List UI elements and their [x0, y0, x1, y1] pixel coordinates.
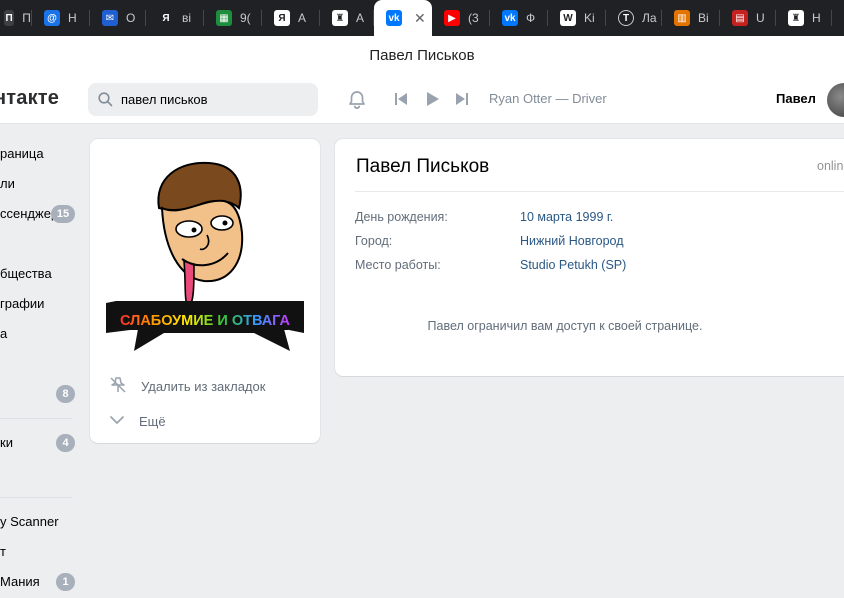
- remove-bookmark-button[interactable]: Удалить из закладок: [108, 375, 265, 398]
- browser-tab[interactable]: ▥ Ві: [662, 0, 720, 36]
- info-value-link[interactable]: Studio Petukh (SP): [520, 258, 626, 272]
- left-menu-divider: [0, 418, 72, 419]
- vk-icon: vk: [386, 10, 402, 26]
- window-title: Павел Письков: [0, 36, 844, 76]
- left-menu-item[interactable]: графии: [0, 296, 44, 311]
- left-menu-item[interactable]: раница: [0, 146, 44, 161]
- info-value-link[interactable]: 10 марта 1999 г.: [520, 210, 613, 224]
- mail-ru-icon: @: [44, 10, 60, 26]
- counter-badge: 4: [56, 434, 75, 452]
- counter-badge: 8: [56, 385, 75, 403]
- left-menu-item[interactable]: ссенджер: [0, 206, 58, 221]
- profile-name: Павел Письков: [356, 156, 490, 177]
- browser-tab[interactable]: ▦ 9(: [204, 0, 262, 36]
- left-menu-item[interactable]: ки: [0, 435, 13, 450]
- browser-tab[interactable]: @ Н: [32, 0, 90, 36]
- browser-tab[interactable]: T Ла: [606, 0, 662, 36]
- chess-icon: ♜: [788, 10, 804, 26]
- left-menu-item[interactable]: т: [0, 544, 6, 559]
- vk-logo[interactable]: нтакте: [0, 87, 59, 110]
- left-menu-item[interactable]: бщества: [0, 266, 52, 281]
- browser-tab-title: A: [298, 11, 307, 25]
- search-input[interactable]: [121, 83, 311, 116]
- browser-tab-title: ві: [182, 11, 192, 25]
- more-label: Ещё: [139, 414, 166, 429]
- counter-badge: 15: [51, 205, 75, 223]
- browser-tab-title: U: [756, 11, 765, 25]
- library-icon: ▥: [674, 10, 690, 26]
- left-menu-item[interactable]: y Scanner: [0, 514, 59, 529]
- browser-tab[interactable]: ▶ (3: [432, 0, 490, 36]
- profile-photo[interactable]: СЛАБОУМИЕ И ОТВАГА: [104, 153, 306, 358]
- mail-envelope-icon: ✉: [102, 10, 118, 26]
- now-playing-track[interactable]: Ryan Otter — Driver: [489, 91, 607, 106]
- browser-tab-title: О: [126, 11, 136, 25]
- user-name[interactable]: Павел: [776, 91, 816, 106]
- browser-tab[interactable]: ♜ Н: [776, 0, 832, 36]
- bars-icon: ▤: [732, 10, 748, 26]
- browser-tab-title: Ф: [526, 11, 536, 25]
- close-tab-icon[interactable]: ✕: [414, 10, 426, 27]
- avatar[interactable]: [827, 83, 844, 117]
- browser-tab[interactable]: ЯA: [262, 0, 320, 36]
- yandex-icon: Я: [158, 10, 174, 26]
- youtube-icon: ▶: [444, 10, 460, 26]
- more-button[interactable]: Ещё: [108, 411, 166, 432]
- browser-tab-title: Н: [68, 11, 77, 25]
- info-key: Место работы:: [355, 258, 441, 272]
- browser-tab[interactable]: W Ki: [548, 0, 606, 36]
- browser-tab[interactable]: ♜ A: [320, 0, 374, 36]
- browser-tab-title: Ла: [642, 11, 657, 25]
- left-menu-item[interactable]: Мания: [0, 574, 40, 589]
- chevron-down-icon: [108, 411, 126, 432]
- tab-icon-generic: П: [4, 10, 15, 26]
- browser-tab[interactable]: ППи: [0, 0, 32, 36]
- profile-photo-card: СЛАБОУМИЕ И ОТВАГА Удалить из закладок Е…: [90, 139, 320, 443]
- info-key: День рождения:: [355, 210, 448, 224]
- browser-tab-strip: ППи@Н✉ОЯві▦9(ЯA♜Avk✕▶(3vkФWKiTЛа▥Ві▤U♜Н: [0, 0, 844, 36]
- browser-tab-title: 9(: [240, 11, 251, 25]
- restricted-notice: Павел ограничил вам доступ к своей стран…: [427, 319, 703, 333]
- online-status: online: [817, 159, 844, 173]
- profile-info-card: Павел Письков online День рождения: 10 м…: [335, 139, 844, 376]
- search-box[interactable]: [88, 83, 318, 116]
- bookmark-remove-icon: [108, 375, 128, 398]
- wikipedia-icon: W: [560, 10, 576, 26]
- vk-icon: vk: [502, 10, 518, 26]
- left-menu-divider: [0, 497, 72, 498]
- divider: [355, 191, 844, 192]
- left-menu-item[interactable]: а: [0, 326, 7, 341]
- browser-tab[interactable]: ▤ U: [720, 0, 776, 36]
- info-value-link[interactable]: Нижний Новгород: [520, 234, 624, 248]
- browser-tab-title: Ki: [584, 11, 595, 25]
- notifications-bell-icon[interactable]: [346, 89, 368, 116]
- browser-tab-title: Ві: [698, 11, 709, 25]
- browser-tab[interactable]: [832, 0, 844, 36]
- sheets-icon: ▦: [216, 10, 232, 26]
- browser-tab-title: (3: [468, 11, 479, 25]
- chess-icon: ♜: [332, 10, 348, 26]
- t-circle-icon: T: [618, 10, 634, 26]
- info-key: Город:: [355, 234, 393, 248]
- previous-track-icon[interactable]: [394, 91, 408, 112]
- play-icon[interactable]: [425, 91, 441, 112]
- browser-tab[interactable]: ✉ О: [90, 0, 146, 36]
- browser-tab-title: Н: [812, 11, 821, 25]
- yandex-browser-icon: Я: [274, 10, 290, 26]
- vk-header: нтакте Ryan Otter — Driver Павел: [0, 76, 844, 124]
- browser-tab[interactable]: vk ✕: [374, 0, 432, 36]
- remove-bookmark-label: Удалить из закладок: [141, 379, 266, 394]
- browser-tab[interactable]: Яві: [146, 0, 204, 36]
- photo-banner-text: СЛАБОУМИЕ И ОТВАГА: [120, 313, 290, 329]
- browser-tab-title: A: [356, 11, 365, 25]
- counter-badge: 1: [56, 573, 75, 591]
- browser-tab[interactable]: vk Ф: [490, 0, 548, 36]
- search-icon: [98, 92, 113, 112]
- next-track-icon[interactable]: [455, 91, 469, 112]
- left-menu-item[interactable]: ли: [0, 176, 15, 191]
